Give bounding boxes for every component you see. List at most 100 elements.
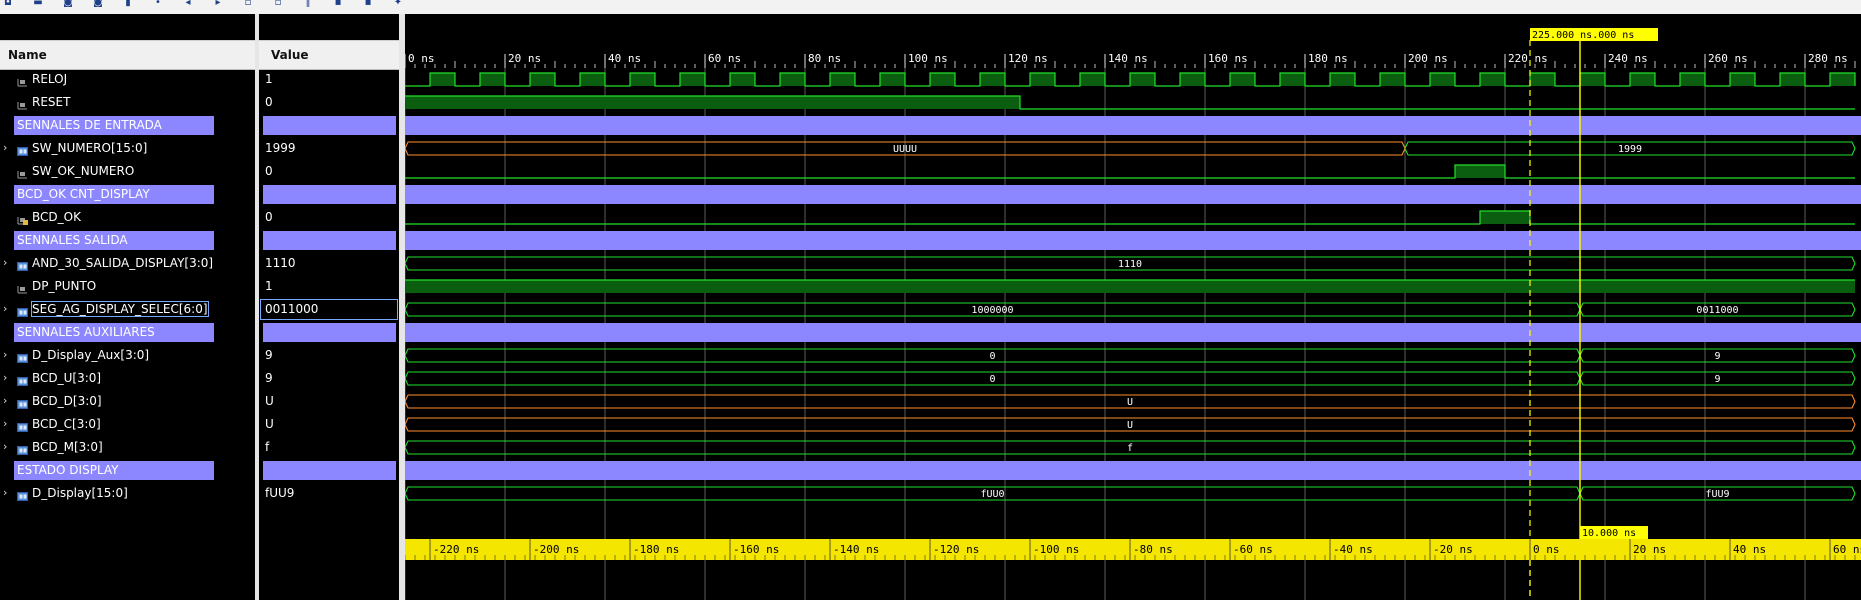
value-cell-sennales-de-entrada[interactable] [259,114,399,137]
group-wave-bar [405,185,1861,204]
relative-ruler-label: -160 ns [733,543,779,556]
value-header-label: Value [271,48,309,62]
value-cell-d-display[interactable]: fUU9 [259,482,399,505]
signal-row-reloj[interactable]: RELOJ [0,68,255,91]
group-icon[interactable]: ▪ [362,0,374,7]
bus-value-label: 9 [1714,374,1720,385]
expand-chevron-icon[interactable]: › [3,348,7,361]
group-wave-bar [405,116,1861,135]
expand-chevron-icon[interactable]: › [3,256,7,269]
value-cell-d-display-aux[interactable]: 9 [259,344,399,367]
group-row-estado-display[interactable]: ESTADO DISPLAY [0,459,255,482]
signal-row-sw-ok-numero[interactable]: SW_OK_NUMERO [0,160,255,183]
bus-value-label: 0 [989,351,995,362]
signal-name-pane: Name RELOJ RESET SENNALES DE ENTRADA › SW_NU… [0,14,255,600]
clock-high-pulse [680,73,705,86]
clock-high-pulse [930,73,955,86]
snap-icon[interactable]: ▪ [332,0,344,7]
value-cell-sennales-auxiliares[interactable] [259,321,399,344]
bit-signal-locked-icon [17,211,29,225]
signal-name-label: SENNALES AUXILIARES [17,325,155,339]
group-row-sennales-salida[interactable]: SENNALES SALIDA [0,229,255,252]
bus-value-label: f [1127,443,1133,454]
value-cell-bcd-c[interactable]: U [259,413,399,436]
signal-row-seg-ag-display-selec[interactable]: › SEG_AG_DISPLAY_SELEC[6:0] [0,298,255,321]
bus-signal-icon [17,303,29,317]
expand-chevron-icon[interactable]: › [3,371,7,384]
signal-row-reset[interactable]: RESET [0,91,255,114]
value-cell-sw-ok-numero[interactable]: 0 [259,160,399,183]
zoom-fit-icon[interactable]: ◙ [62,0,74,7]
clock-high-pulse [1180,73,1205,86]
signal-row-bcd-u[interactable]: › BCD_U[3:0] [0,367,255,390]
ruler-label: 280 ns [1808,52,1848,65]
clock-high-pulse [880,73,905,86]
zoom-out-icon[interactable]: ◙ [92,0,104,7]
bus-signal-icon [17,349,29,363]
group-row-sennales-de-entrada[interactable]: SENNALES DE ENTRADA [0,114,255,137]
value-cell-reloj[interactable]: 1 [259,68,399,91]
add-marker-icon[interactable]: ▫ [242,0,254,7]
expand-chevron-icon[interactable]: › [3,440,7,453]
relative-ruler-label: -220 ns [433,543,479,556]
value-cell-bcd-ok-cnt-display[interactable] [259,183,399,206]
relative-ruler-label: 0 ns [1533,543,1560,556]
value-cell-reset[interactable]: 0 [259,91,399,114]
value-column-header[interactable]: Value [259,40,399,70]
expand-chevron-icon[interactable]: › [3,486,7,499]
settings-icon[interactable]: ✦ [392,0,404,7]
go-to-start-icon[interactable]: ▮ [122,0,134,7]
value-cell-bcd-ok[interactable]: 0 [259,206,399,229]
cursor-icon[interactable]: • [152,0,164,7]
value-cell-sennales-salida[interactable] [259,229,399,252]
signal-row-bcd-d[interactable]: › BCD_D[3:0] [0,390,255,413]
group-row-sennales-auxiliares[interactable]: SENNALES AUXILIARES [0,321,255,344]
signal-row-d-display-aux[interactable]: › D_Display_Aux[3:0] [0,344,255,367]
previous-transition-icon[interactable]: ◂ [182,0,194,7]
clock-high-pulse [1130,73,1155,86]
value-cell-bcd-d[interactable]: U [259,390,399,413]
ruler-label: 20 ns [508,52,541,65]
clock-high-pulse [1030,73,1055,86]
next-transition-icon[interactable]: ▸ [212,0,224,7]
value-cell-bcd-m[interactable]: f [259,436,399,459]
signal-row-bcd-c[interactable]: › BCD_C[3:0] [0,413,255,436]
clock-high-pulse [1830,73,1855,86]
signal-name-label: RELOJ [32,72,68,86]
waveform-canvas[interactable]: 0 ns 20 ns 40 ns 60 ns 80 ns 100 ns 120 ns 140 … [405,14,1861,600]
bus-signal-icon [17,487,29,501]
value-cell-bcd-u[interactable]: 9 [259,367,399,390]
value-cell-estado-display[interactable] [259,459,399,482]
toolbar: ◘ ▬ ◙ ◙ ▮ • ◂ ▸ ▫ ▫ ‖ ▪ ▪ ✦ [0,0,1861,15]
zoom-in-icon[interactable]: ◘ [2,0,14,7]
value-cell-seg-ag-display-selec[interactable]: 0011000 [259,298,399,321]
expand-chevron-icon[interactable]: › [3,394,7,407]
group-row-bcd-ok-cnt-display[interactable]: BCD_OK CNT_DISPLAY [0,183,255,206]
relative-ruler-label: -40 ns [1333,543,1373,556]
signal-name-label: SENNALES DE ENTRADA [17,118,162,132]
signal-name-label: SW_OK_NUMERO [32,164,135,178]
expand-chevron-icon[interactable]: › [3,417,7,430]
expand-chevron-icon[interactable]: › [3,141,7,154]
bus-value-label: U [1127,397,1133,408]
remove-marker-icon[interactable]: ▫ [272,0,284,7]
signal-name-label: BCD_OK CNT_DISPLAY [17,187,150,201]
signal-row-dp-punto[interactable]: DP_PUNTO [0,275,255,298]
save-icon[interactable]: ▬ [32,0,44,7]
signal-row-d-display[interactable]: › D_Display[15:0] [0,482,255,505]
signal-row-bcd-ok[interactable]: BCD_OK [0,206,255,229]
signal-row-sw-numero[interactable]: › SW_NUMERO[15:0] [0,137,255,160]
bus-value-label: fUU0 [980,489,1004,500]
name-column-header[interactable]: Name [0,40,255,70]
swap-cursors-icon[interactable]: ‖ [302,0,314,7]
signal-name-label: BCD_OK [32,210,81,224]
ruler-label: 240 ns [1608,52,1648,65]
signal-row-and-30-salida-display[interactable]: › AND_30_SALIDA_DISPLAY[3:0] [0,252,255,275]
value-cell-and-30-salida-display[interactable]: 1110 [259,252,399,275]
clock-high-pulse [1380,73,1405,86]
value-cell-sw-numero[interactable]: 1999 [259,137,399,160]
expand-chevron-icon[interactable]: › [3,302,7,315]
clock-high-pulse [980,73,1005,86]
signal-row-bcd-m[interactable]: › BCD_M[3:0] [0,436,255,459]
value-cell-dp-punto[interactable]: 1 [259,275,399,298]
